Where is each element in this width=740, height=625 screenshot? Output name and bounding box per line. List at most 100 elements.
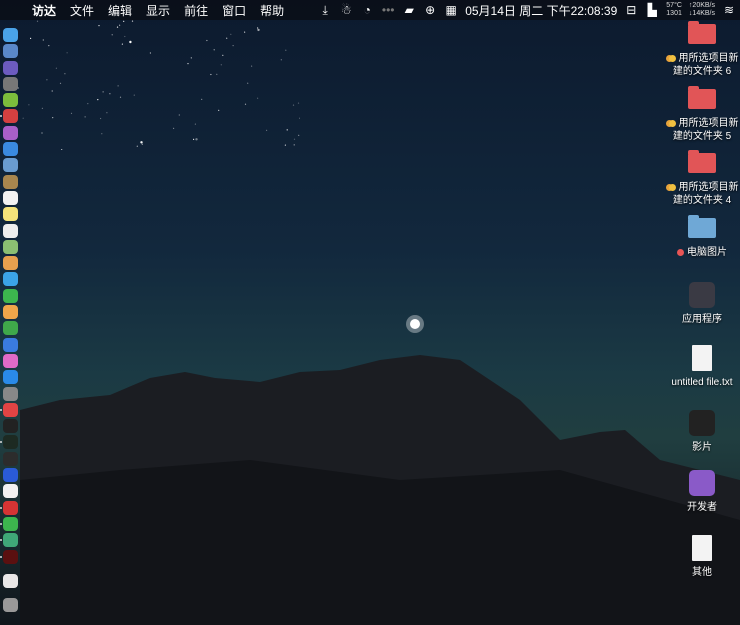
dock-android-studio-icon[interactable]	[3, 93, 18, 108]
dock-pages-icon[interactable]	[3, 305, 18, 320]
dock-app-red-icon[interactable]	[0, 109, 18, 124]
dock-trash-icon[interactable]	[3, 598, 18, 613]
desktop-item-label: 开发者	[687, 501, 717, 514]
desktop-item-label: 影片	[692, 441, 712, 454]
label-line: 开发者	[687, 502, 717, 513]
label-line: 用所选项目新	[678, 53, 739, 64]
menu-edit[interactable]: 编辑	[108, 2, 132, 19]
fan-rpm: 1301	[666, 10, 682, 17]
dock-app-darkred-icon[interactable]	[0, 549, 18, 564]
desktop-item[interactable]: 应用程序	[662, 282, 740, 326]
app-folder-icon	[689, 410, 715, 436]
dock-notes-icon[interactable]	[3, 207, 18, 222]
file-icon	[692, 535, 712, 561]
menu-file[interactable]: 文件	[70, 2, 94, 19]
color-tag-icon	[668, 55, 676, 62]
desktop-item-label: 应用程序	[682, 313, 722, 326]
dock-activity-monitor-icon[interactable]	[0, 435, 18, 450]
dots-icon[interactable]: •••	[381, 3, 395, 17]
dock-numbers-icon[interactable]	[3, 321, 18, 336]
dock-netease-music-icon[interactable]	[0, 500, 18, 515]
dock-safari-icon[interactable]	[3, 142, 18, 157]
dock-safari-app-icon[interactable]	[3, 44, 18, 59]
desktop-item[interactable]: untitled file.txt	[662, 345, 740, 389]
download-icon[interactable]: ⤓	[318, 3, 332, 17]
dock-console-icon[interactable]	[3, 451, 18, 466]
dock-photos-icon[interactable]	[3, 256, 18, 271]
color-tag-icon	[668, 120, 676, 127]
wifi-icon[interactable]: ≋	[722, 3, 736, 17]
desktop-item-label: 用所选项目新 建的文件夹 4	[665, 181, 739, 207]
wallpaper-mountains	[20, 315, 740, 625]
label-line: 建的文件夹 6	[672, 66, 732, 77]
clock[interactable]: 05月14日 周二 下午22:08:39	[465, 2, 617, 19]
cpu-temp: 57°C	[666, 2, 682, 9]
calendar-icon[interactable]: ▦	[444, 3, 458, 17]
desktop-item[interactable]: 开发者	[662, 470, 740, 514]
folder-icon	[688, 86, 716, 109]
dock-reminders-icon[interactable]	[3, 223, 18, 238]
label-line: untitled file.txt	[671, 377, 733, 388]
notification-icon[interactable]: ▰	[402, 3, 416, 17]
dock-vmware-icon[interactable]	[3, 468, 18, 483]
label-line: 建的文件夹 5	[672, 131, 732, 142]
system-stats[interactable]: 57°C 1301	[666, 2, 682, 18]
running-indicator	[0, 522, 2, 525]
menu-window[interactable]: 窗口	[222, 2, 246, 19]
folder-icon	[688, 150, 716, 173]
dock-maps-icon[interactable]	[3, 239, 18, 254]
dock-terminal-icon[interactable]	[3, 419, 18, 434]
menu-go[interactable]: 前往	[184, 2, 208, 19]
app-folder-icon	[689, 282, 715, 308]
bookmark-icon[interactable]: ▙	[645, 3, 659, 17]
desktop-item[interactable]: 其他	[662, 535, 740, 579]
globe-icon[interactable]: ⊕	[423, 3, 437, 17]
label-line: 电脑图片	[687, 247, 727, 258]
dock-vivaldi-icon[interactable]	[0, 402, 18, 417]
desktop-item[interactable]: 用所选项目新建的文件夹 5	[662, 86, 740, 143]
color-tag-icon	[677, 249, 684, 256]
menu-bar: 访达 文件 编辑 显示 前往 窗口 帮助 ⤓ ☃ ◔ ••• ▰ ⊕ ▦ 05月…	[0, 0, 740, 20]
dock-siri-icon[interactable]	[3, 60, 18, 75]
dock-app-store-icon[interactable]	[3, 370, 18, 385]
dock-notebook-icon[interactable]	[3, 174, 18, 189]
label-line: 应用程序	[682, 314, 722, 325]
menu-view[interactable]: 显示	[146, 2, 170, 19]
dock-app-purple-icon[interactable]	[3, 125, 18, 140]
color-tag-icon	[668, 184, 676, 191]
desktop-item-label: 电脑图片	[677, 246, 727, 259]
dock-calendar-icon[interactable]	[3, 190, 18, 205]
dock-itunes-icon[interactable]	[3, 353, 18, 368]
menu-app-name[interactable]: 访达	[32, 2, 56, 19]
desktop-item[interactable]: 影片	[662, 410, 740, 454]
network-speed[interactable]: ↑20KB/s ↓14KB/s	[689, 2, 715, 18]
dock-launchpad-icon[interactable]	[3, 76, 18, 91]
dock-system-preferences-icon[interactable]	[3, 386, 18, 401]
desktop-item-label: untitled file.txt	[671, 376, 732, 389]
desktop-item[interactable]: 用所选项目新 建的文件夹 4	[662, 150, 740, 207]
desktop-item-label: 其他	[692, 566, 712, 579]
label-line: 其他	[692, 567, 712, 578]
desktop-item[interactable]: 用所选项目新建的文件夹 6	[662, 21, 740, 78]
label-line: 用所选项目新	[678, 182, 739, 193]
download-speed: ↓14KB/s	[688, 10, 715, 17]
display-icon[interactable]: ⊟	[624, 3, 638, 17]
label-line: 用所选项目新	[678, 118, 739, 129]
dock-yandex-icon[interactable]	[3, 484, 18, 499]
desktop-item-label: 用所选项目新建的文件夹 5	[665, 117, 739, 143]
qq-icon[interactable]: ☃	[339, 3, 353, 17]
dock	[0, 28, 21, 613]
dock-messages-icon[interactable]	[3, 272, 18, 287]
dock-facetime-icon[interactable]	[3, 288, 18, 303]
app-folder-icon	[689, 470, 715, 496]
dock-app-green-icon[interactable]	[0, 533, 18, 548]
dock-keynote-icon[interactable]	[3, 337, 18, 352]
running-indicator	[0, 555, 2, 558]
dock-document-icon[interactable]	[3, 573, 18, 588]
dock-preview-icon[interactable]	[3, 158, 18, 173]
desktop-item[interactable]: 电脑图片	[662, 215, 740, 259]
dock-finder-icon[interactable]	[3, 28, 18, 42]
dock-wechat-icon[interactable]	[0, 516, 18, 531]
dashboard-icon[interactable]: ◔	[360, 3, 374, 17]
menu-help[interactable]: 帮助	[260, 2, 284, 19]
